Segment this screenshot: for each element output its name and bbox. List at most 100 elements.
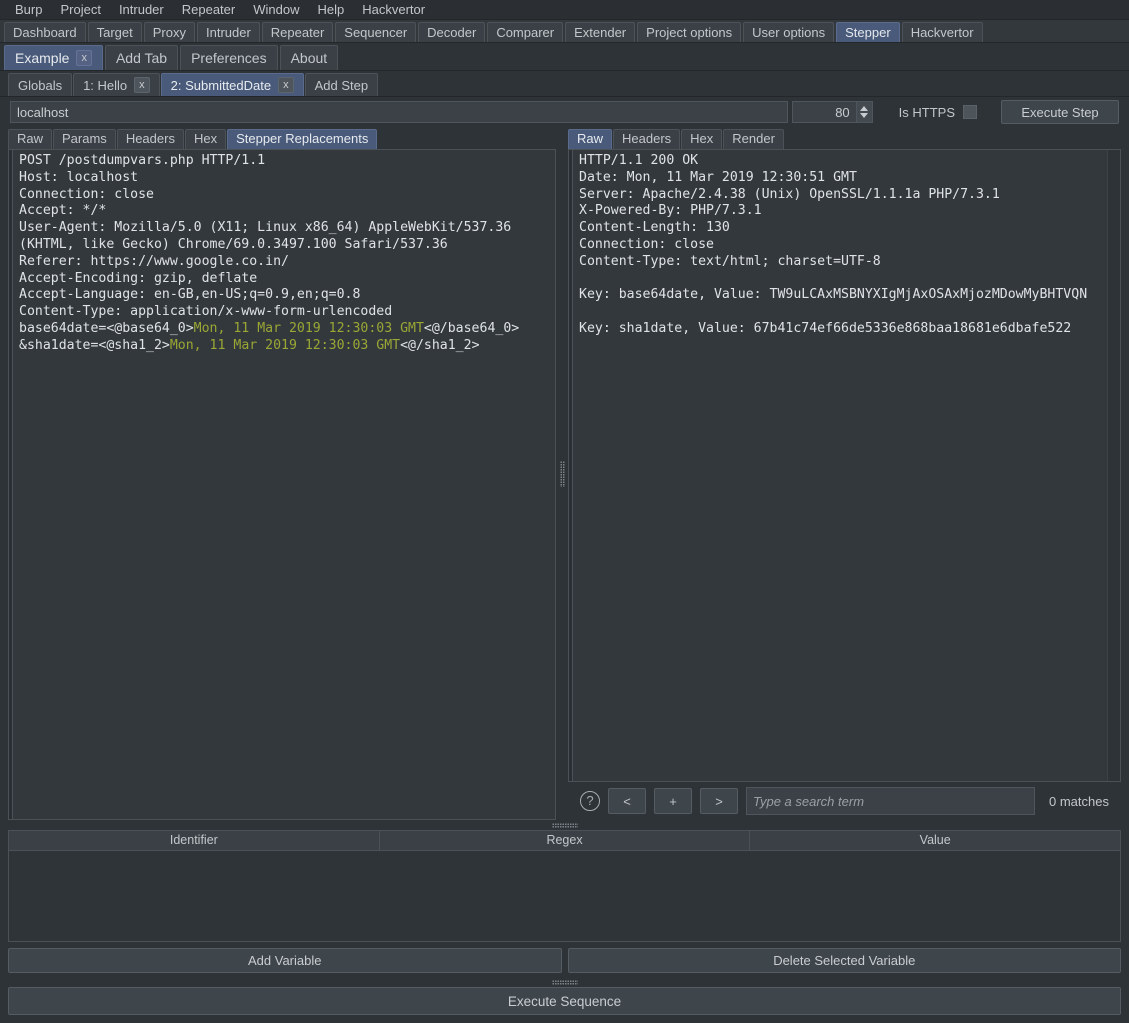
tab-project-options[interactable]: Project options — [637, 22, 742, 42]
editor-area: Raw Params Headers Hex Stepper Replaceme… — [0, 127, 1129, 820]
response-tab-hex[interactable]: Hex — [681, 129, 723, 149]
request-body-2-suffix: <@/sha1_2> — [400, 337, 480, 353]
execute-sequence-button[interactable]: Execute Sequence — [8, 987, 1121, 1015]
stepper-tab-example-label: Example — [15, 49, 70, 66]
request-body-line-2: &sha1date=<@sha1_2>Mon, 11 Mar 2019 12:3… — [19, 338, 480, 353]
tab-repeater[interactable]: Repeater — [261, 22, 334, 42]
main-tab-strip: Dashboard Target Proxy Intruder Repeater… — [0, 20, 1129, 43]
request-tab-hex[interactable]: Hex — [184, 129, 227, 149]
response-tab-render[interactable]: Render — [723, 129, 784, 149]
step-tab-strip: Globals 1: Hello x 2: SubmittedDate x Ad… — [0, 71, 1129, 97]
is-https-checkbox[interactable] — [963, 105, 977, 119]
menu-bar: Burp Project Intruder Repeater Window He… — [0, 0, 1129, 20]
request-body-1-prefix: base64date=<@base64_0> — [19, 320, 194, 336]
stepper-tab-strip: Example x Add Tab Preferences About — [0, 43, 1129, 71]
search-input[interactable] — [746, 787, 1036, 815]
menu-item-intruder[interactable]: Intruder — [110, 0, 173, 19]
stepper-tab-add-tab[interactable]: Add Tab — [104, 45, 179, 70]
horizontal-splitter-bottom[interactable] — [0, 977, 1129, 987]
stepper-tab-example[interactable]: Example x — [4, 45, 103, 70]
menu-item-repeater[interactable]: Repeater — [173, 0, 244, 19]
tab-comparer[interactable]: Comparer — [487, 22, 564, 42]
variables-section: Identifier Regex Value Add Variable Dele… — [0, 830, 1129, 977]
delete-selected-variable-button[interactable]: Delete Selected Variable — [567, 948, 1121, 973]
step-tab-1-hello[interactable]: 1: Hello x — [73, 73, 160, 96]
menu-item-window[interactable]: Window — [244, 0, 308, 19]
port-stepper[interactable] — [791, 101, 873, 123]
close-icon[interactable]: x — [76, 50, 92, 66]
menu-item-hackvertor[interactable]: Hackvertor — [353, 0, 434, 19]
request-editor[interactable]: POST /postdumpvars.php HTTP/1.1 Host: lo… — [8, 149, 556, 820]
port-input[interactable] — [791, 101, 856, 123]
response-tab-headers[interactable]: Headers — [613, 129, 681, 149]
column-header-value[interactable]: Value — [750, 831, 1120, 850]
tab-extender[interactable]: Extender — [565, 22, 636, 42]
chevron-down-icon[interactable] — [860, 113, 869, 118]
tab-target[interactable]: Target — [87, 22, 142, 42]
response-text[interactable]: HTTP/1.1 200 OK Date: Mon, 11 Mar 2019 1… — [573, 150, 1107, 781]
add-variable-button[interactable]: Add Variable — [8, 948, 562, 973]
response-tab-strip: Raw Headers Hex Render — [568, 127, 1121, 149]
splitter-grip-icon — [551, 979, 578, 985]
splitter-grip-icon — [559, 460, 565, 487]
sequence-section: Execute Sequence — [0, 987, 1129, 1023]
variables-table-header: Identifier Regex Value — [9, 831, 1120, 851]
menu-item-help[interactable]: Help — [308, 0, 353, 19]
request-tab-stepper-replacements[interactable]: Stepper Replacements — [227, 129, 378, 149]
search-matches-count: 0 matches — [1049, 793, 1109, 809]
column-header-identifier[interactable]: Identifier — [9, 831, 380, 850]
response-search-bar: ? < + > 0 matches — [568, 782, 1121, 820]
request-text[interactable]: POST /postdumpvars.php HTTP/1.1 Host: lo… — [13, 150, 555, 819]
is-https-label: Is HTTPS — [898, 104, 955, 120]
variables-button-row: Add Variable Delete Selected Variable — [8, 942, 1121, 977]
chevron-up-icon[interactable] — [860, 106, 869, 111]
stepper-tab-about[interactable]: About — [279, 45, 339, 70]
request-body-2-highlight: Mon, 11 Mar 2019 12:30:03 GMT — [169, 337, 401, 353]
search-add-button[interactable]: + — [654, 788, 692, 814]
tab-decoder[interactable]: Decoder — [418, 22, 486, 42]
connection-bar: Is HTTPS Execute Step — [0, 97, 1129, 127]
close-icon[interactable]: x — [134, 77, 150, 93]
search-prev-button[interactable]: < — [608, 788, 646, 814]
stepper-tab-preferences[interactable]: Preferences — [180, 45, 278, 70]
request-tab-params[interactable]: Params — [53, 129, 116, 149]
step-tab-2-submitteddate-label: 2: SubmittedDate — [170, 77, 272, 93]
help-icon[interactable]: ? — [580, 791, 600, 811]
splitter-grip-icon — [551, 822, 578, 828]
step-tab-1-hello-label: 1: Hello — [83, 77, 128, 93]
request-body-1-suffix: <@/base64_0> — [423, 320, 520, 336]
request-body-1-highlight: Mon, 11 Mar 2019 12:30:03 GMT — [193, 320, 424, 336]
request-tab-strip: Raw Params Headers Hex Stepper Replaceme… — [8, 127, 556, 149]
response-pane: Raw Headers Hex Render HTTP/1.1 200 OK D… — [568, 127, 1121, 820]
host-input[interactable] — [10, 101, 788, 123]
tab-hackvertor[interactable]: Hackvertor — [901, 22, 983, 42]
step-tab-2-submitteddate[interactable]: 2: SubmittedDate x — [160, 73, 304, 96]
request-tab-raw[interactable]: Raw — [8, 129, 53, 149]
request-headers-text: POST /postdumpvars.php HTTP/1.1 Host: lo… — [19, 153, 512, 320]
search-next-button[interactable]: > — [700, 788, 738, 814]
tab-proxy[interactable]: Proxy — [143, 22, 195, 42]
request-body-line-1: base64date=<@base64_0>Mon, 11 Mar 2019 1… — [19, 321, 519, 336]
response-editor[interactable]: HTTP/1.1 200 OK Date: Mon, 11 Mar 2019 1… — [568, 149, 1121, 782]
menu-item-project[interactable]: Project — [51, 0, 109, 19]
tab-stepper[interactable]: Stepper — [836, 22, 900, 42]
column-header-regex[interactable]: Regex — [380, 831, 751, 850]
tab-dashboard[interactable]: Dashboard — [4, 22, 86, 42]
menu-item-burp[interactable]: Burp — [6, 0, 51, 19]
port-spinner-buttons[interactable] — [855, 101, 873, 123]
request-tab-headers[interactable]: Headers — [116, 129, 184, 149]
response-scrollbar[interactable] — [1107, 150, 1120, 781]
tab-intruder[interactable]: Intruder — [196, 22, 260, 42]
vertical-splitter[interactable] — [556, 127, 568, 820]
close-icon[interactable]: x — [278, 77, 294, 93]
execute-step-button[interactable]: Execute Step — [1001, 100, 1119, 124]
burp-suite-window: Burp Project Intruder Repeater Window He… — [0, 0, 1129, 1023]
step-tab-globals[interactable]: Globals — [8, 73, 73, 96]
response-tab-raw[interactable]: Raw — [568, 129, 613, 149]
request-body-2-prefix: &sha1date=<@sha1_2> — [19, 337, 170, 353]
variables-table-body[interactable] — [9, 851, 1120, 941]
tab-user-options[interactable]: User options — [743, 22, 835, 42]
tab-sequencer[interactable]: Sequencer — [335, 22, 417, 42]
step-tab-add-step[interactable]: Add Step — [304, 73, 379, 96]
horizontal-splitter-top[interactable] — [0, 820, 1129, 830]
